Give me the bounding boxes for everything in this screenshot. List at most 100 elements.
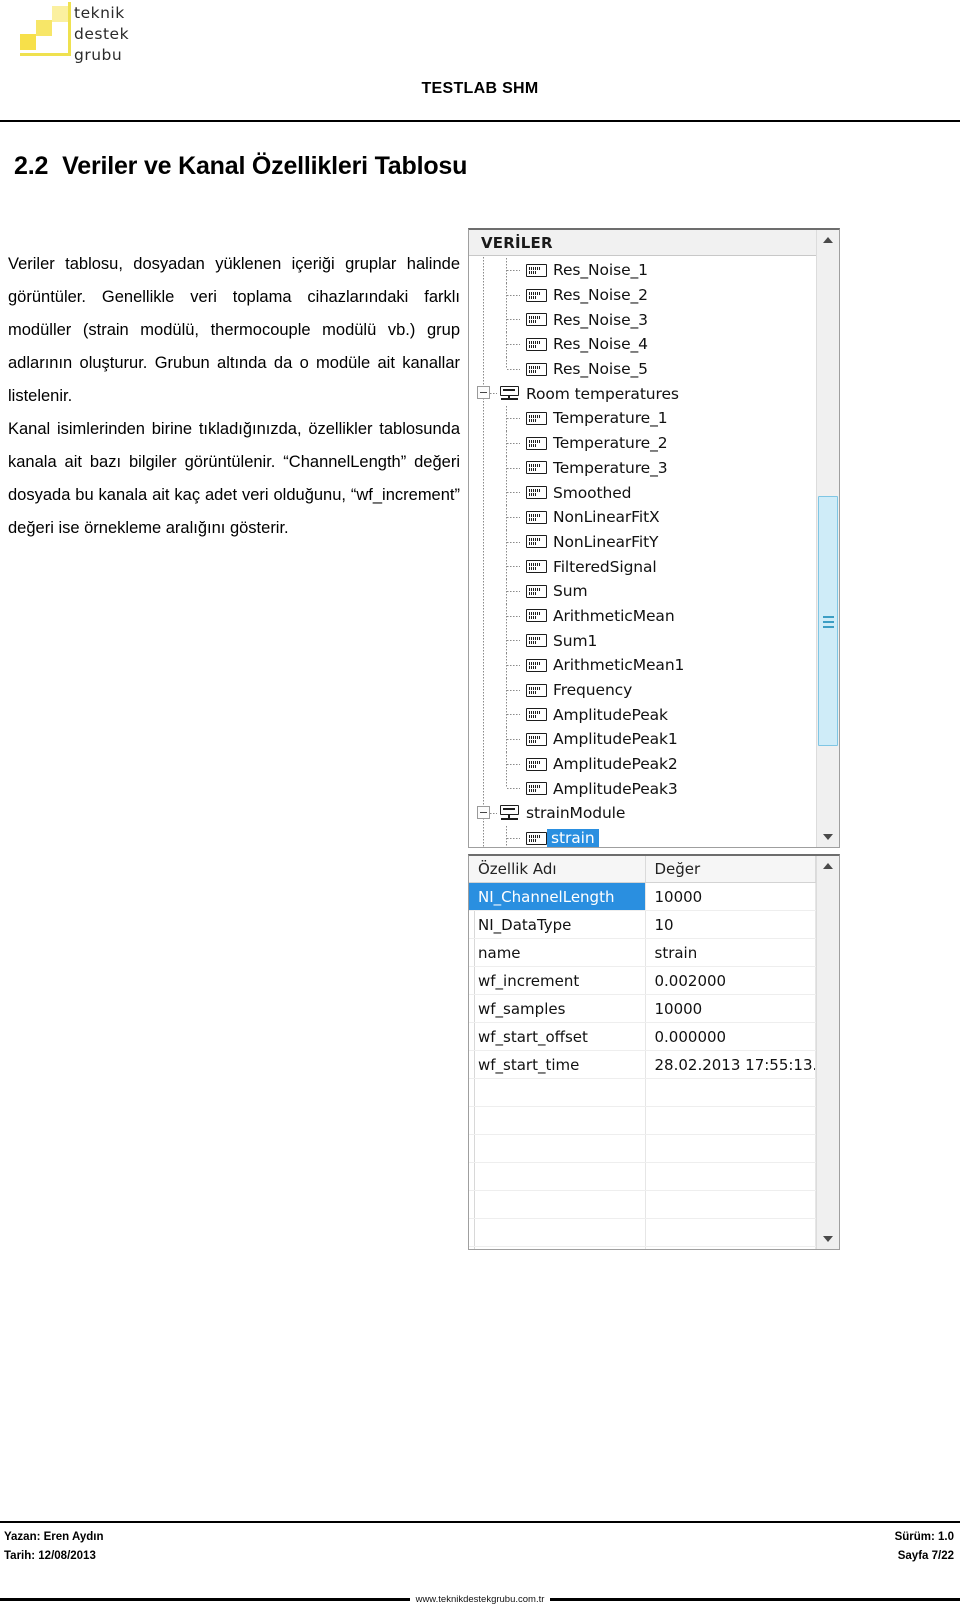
- tree-item-strainmodule[interactable]: strainModule: [469, 801, 816, 826]
- channel-icon: [526, 263, 547, 277]
- tree-item-arithmeticmean1[interactable]: ArithmeticMean1: [469, 653, 816, 678]
- logo-square-3: [52, 6, 68, 22]
- tree-item-nonlinearfity[interactable]: NonLinearFitY: [469, 529, 816, 555]
- property-value-cell[interactable]: [645, 1162, 816, 1191]
- properties-vertical-scrollbar[interactable]: [816, 856, 839, 1249]
- property-value-cell[interactable]: 0.000000: [645, 1022, 816, 1051]
- tree-item-sum1[interactable]: Sum1: [469, 628, 816, 653]
- tree-item-room-temperatures[interactable]: Room temperatures: [469, 381, 816, 406]
- properties-row[interactable]: wf_start_offset 0.000000: [469, 1022, 816, 1051]
- property-value-cell[interactable]: 0.002000: [645, 966, 816, 995]
- tree-item-strain[interactable]: strain: [469, 825, 816, 847]
- property-value-cell[interactable]: [645, 1106, 816, 1135]
- properties-row[interactable]: NI_ChannelLength 10000: [469, 882, 816, 911]
- scroll-down-arrow-icon[interactable]: [817, 827, 839, 847]
- tree-item-res-noise-3[interactable]: Res_Noise_3: [469, 307, 816, 333]
- properties-empty-row[interactable]: [469, 1078, 816, 1107]
- property-name-cell[interactable]: [469, 1078, 646, 1107]
- property-value-cell[interactable]: strain: [645, 938, 816, 967]
- property-value-cell[interactable]: 10000: [645, 882, 816, 911]
- properties-row[interactable]: NI_DataType 10: [469, 910, 816, 939]
- tree-item-frequency[interactable]: Frequency: [469, 677, 816, 703]
- tree-connector-horizontal: [507, 418, 520, 420]
- tree-item-res-noise-2[interactable]: Res_Noise_2: [469, 282, 816, 308]
- properties-empty-row[interactable]: [469, 1246, 816, 1249]
- properties-empty-row[interactable]: [469, 1190, 816, 1219]
- tree-item-filteredsignal[interactable]: FilteredSignal: [469, 554, 816, 579]
- tree-item-label: NonLinearFitY: [553, 532, 659, 551]
- channel-icon: [526, 486, 547, 500]
- property-name-cell[interactable]: wf_samples: [469, 994, 646, 1023]
- collapse-toggle-icon[interactable]: [477, 386, 490, 400]
- property-value-cell[interactable]: [645, 1134, 816, 1163]
- property-value-cell[interactable]: [645, 1246, 816, 1249]
- tree-item-amplitudepeak3[interactable]: AmplitudePeak3: [469, 776, 816, 801]
- tree-item-temperature-3[interactable]: Temperature_3: [469, 455, 816, 481]
- channel-icon: [526, 757, 547, 771]
- property-value-cell[interactable]: 28.02.2013 17:55:13.: [645, 1050, 816, 1079]
- data-tree-scroll-thumb[interactable]: [818, 496, 838, 746]
- property-name-cell[interactable]: wf_increment: [469, 966, 646, 995]
- properties-empty-row[interactable]: [469, 1162, 816, 1191]
- tree-item-nonlinearfitx[interactable]: NonLinearFitX: [469, 504, 816, 530]
- tree-item-arithmeticmean[interactable]: ArithmeticMean: [469, 603, 816, 629]
- tree-item-label: Res_Noise_5: [553, 360, 648, 379]
- properties-scroll-down-arrow-icon[interactable]: [817, 1229, 839, 1249]
- property-value-cell[interactable]: 10000: [645, 994, 816, 1023]
- column-header-value[interactable]: Değer: [645, 856, 816, 883]
- document-header-title: TESTLAB SHM: [421, 80, 539, 97]
- property-value-cell[interactable]: [645, 1218, 816, 1247]
- properties-row[interactable]: wf_samples 10000: [469, 994, 816, 1023]
- tree-item-temperature-1[interactable]: Temperature_1: [469, 406, 816, 431]
- property-name-cell[interactable]: wf_start_offset: [469, 1022, 646, 1051]
- footer-page-number: Sayfa 7/22: [897, 1550, 954, 1562]
- property-value-cell[interactable]: [645, 1190, 816, 1219]
- scroll-up-arrow-icon[interactable]: [817, 230, 839, 250]
- tree-item-amplitudepeak[interactable]: AmplitudePeak: [469, 702, 816, 728]
- properties-row[interactable]: name strain: [469, 938, 816, 967]
- tree-item-temperature-2[interactable]: Temperature_2: [469, 430, 816, 456]
- tree-item-smoothed[interactable]: Smoothed: [469, 480, 816, 505]
- properties-scroll-area[interactable]: Özellik Adı Değer NI_ChannelLength 10000 N…: [469, 856, 816, 1249]
- tree-item-label: AmplitudePeak: [553, 705, 668, 724]
- property-name-cell[interactable]: [469, 1106, 646, 1135]
- channel-icon: [526, 461, 547, 475]
- property-value-cell[interactable]: [645, 1078, 816, 1107]
- properties-empty-row[interactable]: [469, 1218, 816, 1247]
- tree-item-label: Res_Noise_1: [553, 261, 648, 280]
- tree-connector-horizontal: [490, 812, 497, 814]
- property-name-cell[interactable]: wf_start_time: [469, 1050, 646, 1079]
- properties-scroll-up-arrow-icon[interactable]: [817, 856, 839, 876]
- tree-item-res-noise-5[interactable]: Res_Noise_5: [469, 356, 816, 382]
- properties-empty-row[interactable]: [469, 1134, 816, 1163]
- properties-row[interactable]: wf_start_time 28.02.2013 17:55:13.: [469, 1050, 816, 1079]
- property-name-cell[interactable]: NI_ChannelLength: [469, 882, 646, 911]
- tree-item-res-noise-4[interactable]: Res_Noise_4: [469, 332, 816, 357]
- tree-item-sum[interactable]: Sum: [469, 578, 816, 604]
- properties-row[interactable]: wf_increment 0.002000: [469, 966, 816, 995]
- group-icon: [499, 385, 521, 402]
- tree-connector-horizontal: [507, 763, 520, 765]
- property-name-cell[interactable]: [469, 1190, 646, 1219]
- property-name-cell[interactable]: [469, 1218, 646, 1247]
- tree-connector-horizontal: [490, 392, 497, 394]
- data-tree-body[interactable]: Res_Noise_1 Res_Noise_2 Res_Noise_3 Res_Noi…: [469, 257, 816, 847]
- tree-item-res-noise-1[interactable]: Res_Noise_1: [469, 258, 816, 283]
- application-screenshot-figure: VERİLER Res_Noise_1 Res_Noise_2 Res_Noise_…: [468, 228, 840, 1250]
- tree-item-amplitudepeak1[interactable]: AmplitudePeak1: [469, 727, 816, 752]
- property-name-cell[interactable]: [469, 1246, 646, 1249]
- data-tree-rows: Res_Noise_1 Res_Noise_2 Res_Noise_3 Res_Noi…: [469, 257, 816, 847]
- property-name-cell[interactable]: [469, 1162, 646, 1191]
- collapse-toggle-icon[interactable]: [477, 806, 490, 820]
- properties-table-header-row: Özellik Adı Değer: [469, 856, 816, 883]
- property-name-cell[interactable]: [469, 1134, 646, 1163]
- property-name-cell[interactable]: name: [469, 938, 646, 967]
- tree-connector-horizontal: [507, 319, 520, 321]
- data-tree-vertical-scrollbar[interactable]: [816, 230, 839, 847]
- channel-icon: [526, 313, 547, 327]
- property-name-cell[interactable]: NI_DataType: [469, 910, 646, 939]
- property-value-cell[interactable]: 10: [645, 910, 816, 939]
- tree-item-amplitudepeak2[interactable]: AmplitudePeak2: [469, 751, 816, 777]
- column-header-name[interactable]: Özellik Adı: [469, 856, 646, 883]
- properties-empty-row[interactable]: [469, 1106, 816, 1135]
